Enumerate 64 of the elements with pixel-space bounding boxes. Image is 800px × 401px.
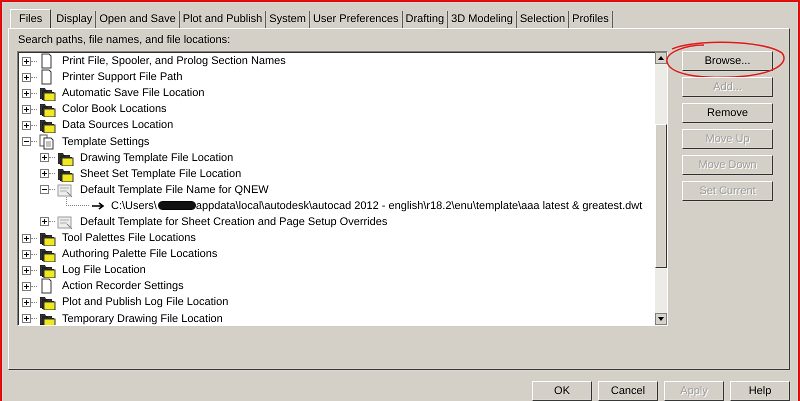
tree-heading: Search paths, file names, and file locations:: [17, 34, 232, 48]
folder-icon: [39, 85, 56, 102]
expand-icon[interactable]: [22, 234, 31, 243]
tree-item[interactable]: Automatic Save File Location: [61, 87, 206, 100]
folder-icon: [39, 117, 56, 134]
expand-icon[interactable]: [22, 88, 31, 98]
dialog-button[interactable]: Help: [730, 381, 790, 401]
tab[interactable]: Drafting: [402, 11, 448, 28]
tree-item[interactable]: Plot and Publish Log File Location: [61, 296, 230, 308]
folder-icon: [39, 246, 56, 262]
tree-item[interactable]: Temporary Drawing File Location: [61, 312, 224, 325]
side-button[interactable]: Remove: [682, 103, 773, 123]
expand-icon[interactable]: [22, 314, 31, 324]
expand-icon[interactable]: [22, 298, 31, 307]
folder-icon: [39, 294, 56, 310]
tree-item[interactable]: Template Settings: [61, 136, 150, 148]
expand-icon[interactable]: [22, 56, 31, 66]
tree-item[interactable]: Data Sources Location: [61, 119, 174, 132]
tab[interactable]: Plot and Publish: [180, 11, 266, 28]
tree-item[interactable]: Drawing Template File Location: [79, 152, 234, 164]
expand-icon[interactable]: [22, 104, 31, 114]
tab[interactable]: System: [266, 11, 310, 28]
collapse-icon[interactable]: [22, 137, 31, 146]
tree-view[interactable]: [17, 51, 668, 326]
arrow-icon: [91, 200, 105, 211]
collapse-icon[interactable]: [40, 185, 49, 194]
template-icon: [57, 214, 74, 230]
tab[interactable]: Open and Save: [96, 11, 180, 28]
template-icon: [57, 182, 74, 198]
tree-item[interactable]: Default Template for Sheet Creation and Page Setup Overrides: [79, 216, 388, 228]
tab[interactable]: Profiles: [569, 11, 613, 28]
tab[interactable]: User Preferences: [310, 11, 403, 28]
documents-icon: [39, 134, 56, 150]
expand-icon[interactable]: [22, 282, 31, 291]
tree-item[interactable]: Default Template File Name for QNEW: [79, 184, 270, 196]
tab[interactable]: Files: [10, 9, 52, 28]
dialog-button[interactable]: Cancel: [598, 381, 658, 401]
scrollbar[interactable]: [655, 52, 667, 325]
side-button[interactable]: Browse...: [682, 51, 773, 71]
tree-item[interactable]: Printer Support File Path: [61, 71, 184, 84]
tree-item[interactable]: Authoring Palette File Locations: [61, 248, 218, 260]
tree-item[interactable]: Log File Location: [61, 264, 147, 276]
expand-icon[interactable]: [22, 120, 31, 130]
folder-icon: [39, 230, 56, 246]
tab[interactable]: 3D Modeling: [448, 11, 517, 28]
tree-item[interactable]: Action Recorder Settings: [61, 280, 185, 292]
expand-icon[interactable]: [22, 72, 31, 82]
expand-icon[interactable]: [40, 153, 49, 162]
path-text: appdata\local\autodesk\autocad 2012 - english\r18.2\enu\template\aaa latest & greatest.dwt: [196, 200, 644, 212]
path-text: C:\Users\: [110, 200, 158, 212]
scroll-thumb[interactable]: [655, 124, 667, 268]
folder-icon: [39, 262, 56, 278]
expand-icon[interactable]: [22, 266, 31, 275]
tree-item[interactable]: Print File, Spooler, and Prolog Section Names: [61, 55, 287, 68]
folder-icon: [39, 101, 56, 118]
tab[interactable]: Display: [53, 11, 96, 28]
expand-icon[interactable]: [40, 217, 49, 226]
dialog-button[interactable]: OK: [532, 381, 592, 401]
tree-item[interactable]: Color Book Locations: [61, 103, 168, 116]
tree-item[interactable]: Tool Palettes File Locations: [61, 232, 197, 244]
expand-icon[interactable]: [22, 250, 31, 259]
tree-item[interactable]: Sheet Set Template File Location: [79, 168, 242, 180]
expand-icon[interactable]: [40, 169, 49, 178]
tab[interactable]: Selection: [516, 11, 570, 28]
